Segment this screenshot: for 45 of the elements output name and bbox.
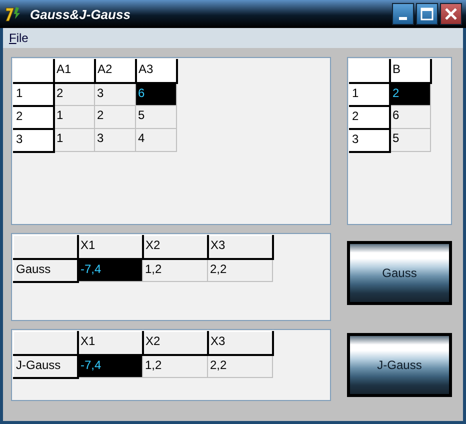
solve-button[interactable]: J-Gauss xyxy=(347,333,452,397)
row-header: 3 xyxy=(350,128,390,152)
menu-item[interactable]: File xyxy=(9,31,28,45)
solve-button[interactable]: Gauss xyxy=(347,241,452,305)
table-cell[interactable]: 5 xyxy=(136,106,176,128)
corner-cell xyxy=(350,60,390,82)
table-cell[interactable]: 2,2 xyxy=(208,258,272,282)
table-cell[interactable]: 5 xyxy=(390,128,430,152)
column-header: X3 xyxy=(208,332,272,354)
table-cell[interactable]: 3 xyxy=(94,128,136,152)
column-header: X3 xyxy=(208,236,272,258)
column-header: X1 xyxy=(78,332,142,354)
maximize-icon xyxy=(420,7,434,21)
corner-cell xyxy=(14,60,54,82)
column-header: B xyxy=(390,60,430,82)
close-icon xyxy=(445,8,457,20)
corner-cell xyxy=(14,236,78,258)
column-header: X2 xyxy=(142,236,208,258)
row-header: J-Gauss xyxy=(14,354,78,378)
column-header: A1 xyxy=(54,60,94,82)
table-cell[interactable]: 6 xyxy=(390,106,430,128)
column-header: X1 xyxy=(78,236,142,258)
column-header: X2 xyxy=(142,332,208,354)
column-header: A2 xyxy=(94,60,136,82)
corner-cell xyxy=(14,332,78,354)
row-header: 2 xyxy=(350,106,390,128)
window-title: Gauss&J-Gauss xyxy=(30,6,132,22)
table-cell[interactable]: 2,2 xyxy=(208,354,272,378)
table-cell[interactable]: 1 xyxy=(54,106,94,128)
minimize-icon xyxy=(399,16,407,20)
table-cell[interactable]: 1,2 xyxy=(142,258,208,282)
app-icon xyxy=(4,5,22,23)
table-cell[interactable]: 2 xyxy=(94,106,136,128)
minimize-button[interactable] xyxy=(392,3,414,25)
row-header: 1 xyxy=(14,82,54,106)
row-header: 3 xyxy=(14,128,54,152)
row-header: Gauss xyxy=(14,258,78,282)
row-header: 2 xyxy=(14,106,54,128)
table-cell[interactable]: 1 xyxy=(54,128,94,152)
column-header: A3 xyxy=(136,60,176,82)
table-cell[interactable]: 4 xyxy=(136,128,176,152)
row-header: 1 xyxy=(350,82,390,106)
close-button[interactable] xyxy=(440,3,462,25)
maximize-button[interactable] xyxy=(416,3,438,25)
table-cell[interactable]: 1,2 xyxy=(142,354,208,378)
